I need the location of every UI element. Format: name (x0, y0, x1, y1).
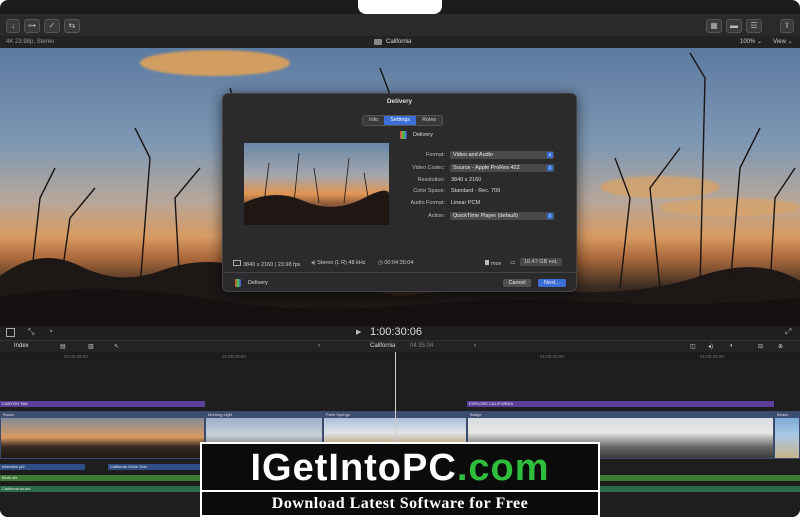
title-clip[interactable]: CANYON Title (0, 401, 205, 407)
stat-size: 16.47 GB est. (520, 258, 562, 266)
color-space-value: Standard - Rec. 709 (451, 188, 501, 194)
ruler-tick: 01:00:28:00 (64, 354, 88, 359)
ruler-tick: 01:00:30:00 (222, 354, 246, 359)
back-icon[interactable]: ‹ (318, 343, 320, 349)
dialog-title: Delivery (386, 98, 413, 105)
crop-icon[interactable]: ⤡ (28, 327, 34, 337)
timeline-ruler[interactable]: 01:00:28:00 01:00:30:00 01:00:32:00 01:0… (0, 352, 800, 362)
video-codec-popup[interactable]: Source - Apple ProRes 422 ⇕ (450, 164, 554, 172)
timeline-duration: 04:35:04 (410, 343, 434, 349)
format-popup[interactable]: Video and Audio ⇕ (450, 151, 554, 159)
browser-toggle-icon[interactable]: ▦ (706, 19, 722, 33)
preset-icon (235, 279, 241, 287)
watermark-logo: IGetIntoPC.com Download Latest Software … (200, 442, 600, 517)
skimming-icon[interactable]: ◫ (690, 343, 696, 350)
audio-clip[interactable] (600, 475, 800, 481)
format-label: Format: (426, 152, 445, 158)
forward-icon[interactable]: › (474, 343, 476, 349)
preset-name: Delivery (413, 132, 433, 138)
monitor-icon: ▭ (510, 260, 516, 266)
action-label: Action: (428, 213, 445, 219)
viewer-info-bar: 4K 23.98p, Stereo California 100% ⌄ View… (0, 36, 800, 48)
play-icon[interactable]: ▶ (356, 328, 361, 336)
delivery-dialog: Delivery Info Settings Roles Delivery Fo… (222, 93, 577, 292)
zoom-chevron-icon: ⌄ (757, 39, 763, 45)
background-tasks-icon[interactable]: ✓ (44, 19, 60, 33)
video-clip[interactable]: Rocks (0, 411, 205, 459)
dialog-tab-bar: Info Settings Roles (362, 115, 444, 126)
edit-tools-icon[interactable]: ▥ (88, 343, 94, 350)
import-icon[interactable]: ↓ (6, 19, 20, 33)
view-chevron-icon: ⌄ (787, 39, 793, 45)
popup-chevron-icon: ⇕ (547, 152, 553, 158)
stat-duration: ◷ 00:04:35:04 (378, 260, 414, 266)
ruler-tick: 01:00:32:00 (540, 354, 564, 359)
toolbar: ↓ ⊶ ✓ ⇆ ▦ ▬ ☰ ⇪ (0, 14, 800, 36)
project-icon (374, 39, 382, 45)
footer-preset-name: Delivery (248, 280, 268, 286)
audio-clip[interactable]: Interview pt2 (0, 464, 85, 470)
action-popup[interactable]: QuickTime Player (default) ⇕ (450, 212, 554, 220)
preset-icon (400, 131, 407, 139)
watermark-banner: IGetIntoPC.com (200, 442, 600, 492)
snapping-icon[interactable]: ⊟ (758, 343, 763, 350)
stat-container: mov (485, 260, 501, 267)
clip-appearance-icon[interactable]: ▤ (60, 343, 66, 350)
zoom-level[interactable]: 100% ⌄ (740, 36, 762, 48)
viewer-canvas: Delivery Info Settings Roles Delivery Fo… (0, 48, 800, 326)
select-tool-icon[interactable]: ↖ (114, 343, 119, 350)
clock-icon: ◷ (378, 260, 383, 266)
popup-chevron-icon: ⇕ (547, 165, 553, 171)
ruler-tick: 01:00:34:00 (700, 354, 724, 359)
title-clip[interactable]: EXPLORE CALIFORNIA (467, 401, 774, 407)
color-space-label: Color Space: (413, 188, 445, 194)
format-label: 4K 23.98p, Stereo (6, 39, 55, 45)
speaker-icon: ◂) (311, 260, 316, 266)
media-browser-icon[interactable]: ⇆ (64, 19, 80, 33)
viewer-controls: ⤡ ◔ ▶ 1:00:30:06 ⤢ (0, 326, 800, 340)
solo-icon[interactable]: ◐ (730, 343, 734, 349)
timeline-toggle-icon[interactable]: ▬ (726, 19, 742, 33)
popup-chevron-icon: ⇕ (547, 213, 553, 219)
video-codec-label: Video Codec: (412, 165, 445, 171)
audio-format-value: Linear PCM (451, 200, 481, 206)
tab-roles[interactable]: Roles (416, 116, 443, 125)
watermark-tagline: Download Latest Software for Free (200, 492, 600, 517)
divider (223, 272, 576, 273)
next-button[interactable]: Next... (538, 279, 566, 287)
tab-settings[interactable]: Settings (384, 116, 417, 125)
file-icon (485, 260, 489, 265)
project-title: California (386, 39, 412, 45)
fullscreen-icon[interactable]: ⤢ (785, 327, 791, 337)
stat-audio: ◂) Stereo (L R) 48 kHz (311, 260, 366, 266)
cancel-button[interactable]: Cancel (503, 279, 531, 287)
timeline-project-title: California (370, 343, 396, 349)
inspector-toggle-icon[interactable]: ☰ (746, 19, 762, 33)
speed-icon[interactable]: ◔ (48, 327, 53, 336)
share-icon[interactable]: ⇪ (780, 19, 794, 33)
audio-clip[interactable] (600, 486, 800, 492)
resolution-label: Resolution: (417, 177, 445, 183)
stat-resolution: 3840 x 2160 | 23.98 fps (233, 260, 300, 268)
app-window: ↓ ⊶ ✓ ⇆ ▦ ▬ ☰ ⇪ 4K 23.98p, Stereo Califo… (0, 0, 800, 517)
view-menu[interactable]: View ⌄ (773, 36, 793, 48)
keyword-icon[interactable]: ⊶ (24, 19, 40, 33)
video-clip[interactable]: Beach (774, 411, 800, 459)
resolution-value: 3840 x 2160 (451, 177, 482, 183)
screen-icon (233, 260, 241, 266)
tab-info[interactable]: Info (363, 116, 385, 125)
zoom-icon[interactable]: ⊕ (778, 343, 783, 350)
camera-notch (358, 0, 442, 14)
audio-clip[interactable]: California music (0, 486, 200, 492)
audio-clip[interactable]: Birds sfx (0, 475, 200, 481)
audio-format-label: Audio Format: (410, 200, 445, 206)
audio-skimming-icon[interactable]: ◂) (708, 343, 713, 350)
audio-clip[interactable]: California Voice Over (108, 464, 200, 470)
transform-icon[interactable] (6, 328, 15, 337)
watermark-brand: IGetIntoPC.com (250, 447, 550, 489)
index-button[interactable]: Index (14, 343, 29, 349)
timecode-display[interactable]: 1:00:30:06 (370, 326, 422, 338)
